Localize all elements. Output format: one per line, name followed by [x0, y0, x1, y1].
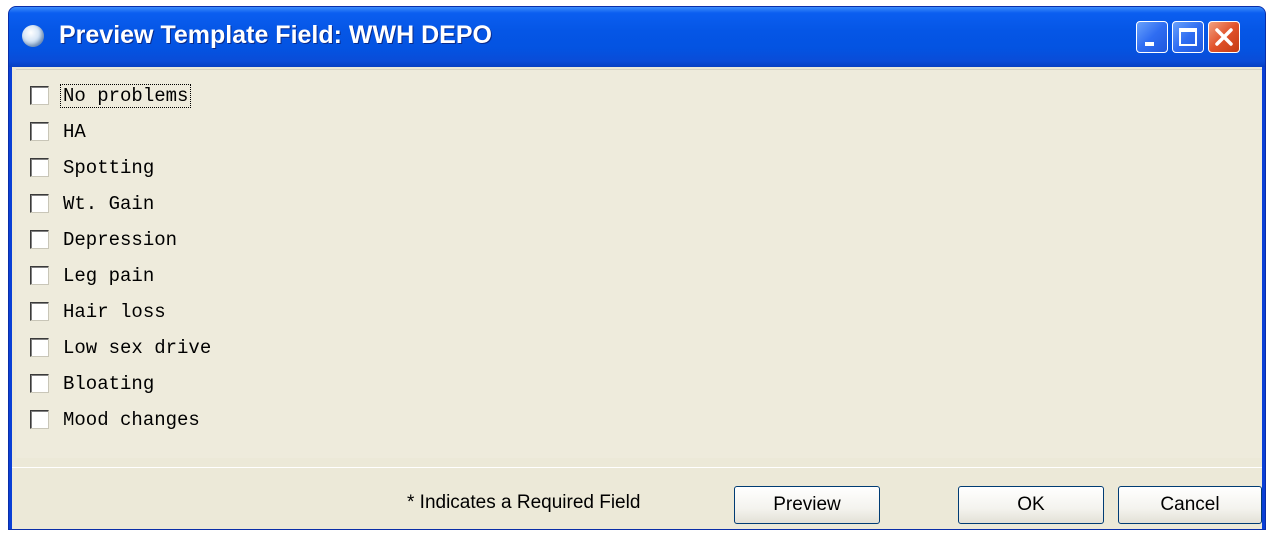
checklist-item[interactable]: Bloating [30, 370, 430, 400]
checkbox[interactable] [30, 230, 49, 249]
checkbox-label: HA [63, 121, 86, 143]
checkbox-label: Spotting [63, 157, 155, 179]
checklist-item[interactable]: HA [30, 118, 430, 148]
checkbox-label: Low sex drive [63, 337, 212, 359]
checklist-item[interactable]: Wt. Gain [30, 190, 430, 220]
checkbox-label: No problems [59, 84, 192, 108]
checklist-item[interactable]: Low sex drive [30, 334, 430, 364]
window-title: Preview Template Field: WWH DEPO [59, 21, 492, 49]
close-button[interactable] [1208, 21, 1240, 53]
ok-button[interactable]: OK [958, 486, 1104, 524]
checkbox-label: Hair loss [63, 301, 166, 323]
checklist-item[interactable]: Spotting [30, 154, 430, 184]
checklist-item[interactable]: Depression [30, 226, 430, 256]
title-bar[interactable]: Preview Template Field: WWH DEPO [9, 7, 1265, 67]
checkbox[interactable] [30, 266, 49, 285]
checklist-panel: No problems HA Spotting Wt. Gain Depress… [16, 69, 1262, 458]
minimize-button[interactable] [1136, 21, 1168, 53]
checklist-item[interactable]: Hair loss [30, 298, 430, 328]
checkbox[interactable] [30, 302, 49, 321]
maximize-icon [1179, 28, 1197, 46]
checklist-item[interactable]: Leg pain [30, 262, 430, 292]
checkbox-label: Bloating [63, 373, 155, 395]
dialog-footer: * Indicates a Required Field Preview OK … [12, 467, 1262, 529]
checkbox[interactable] [30, 338, 49, 357]
preview-template-dialog: Preview Template Field: WWH DEPO No prob… [8, 6, 1266, 530]
minimize-icon [1145, 42, 1154, 46]
checkbox-label: Wt. Gain [63, 193, 155, 215]
checkbox[interactable] [30, 158, 49, 177]
checkbox[interactable] [30, 374, 49, 393]
checkbox-label: Mood changes [63, 409, 200, 431]
checkbox[interactable] [30, 410, 49, 429]
checklist-item[interactable]: Mood changes [30, 406, 430, 436]
checklist-item[interactable]: No problems [30, 82, 430, 112]
close-icon [1215, 28, 1233, 46]
preview-button[interactable]: Preview [734, 486, 880, 524]
checkbox-label: Depression [63, 229, 178, 251]
required-field-note: * Indicates a Required Field [407, 492, 641, 513]
checkbox[interactable] [30, 86, 49, 105]
cancel-button[interactable]: Cancel [1118, 486, 1262, 524]
dialog-body: No problems HA Spotting Wt. Gain Depress… [12, 67, 1262, 529]
checkbox[interactable] [30, 194, 49, 213]
maximize-button[interactable] [1172, 21, 1204, 53]
app-globe-icon [22, 25, 44, 47]
checkbox[interactable] [30, 122, 49, 141]
checkbox-label: Leg pain [63, 265, 155, 287]
